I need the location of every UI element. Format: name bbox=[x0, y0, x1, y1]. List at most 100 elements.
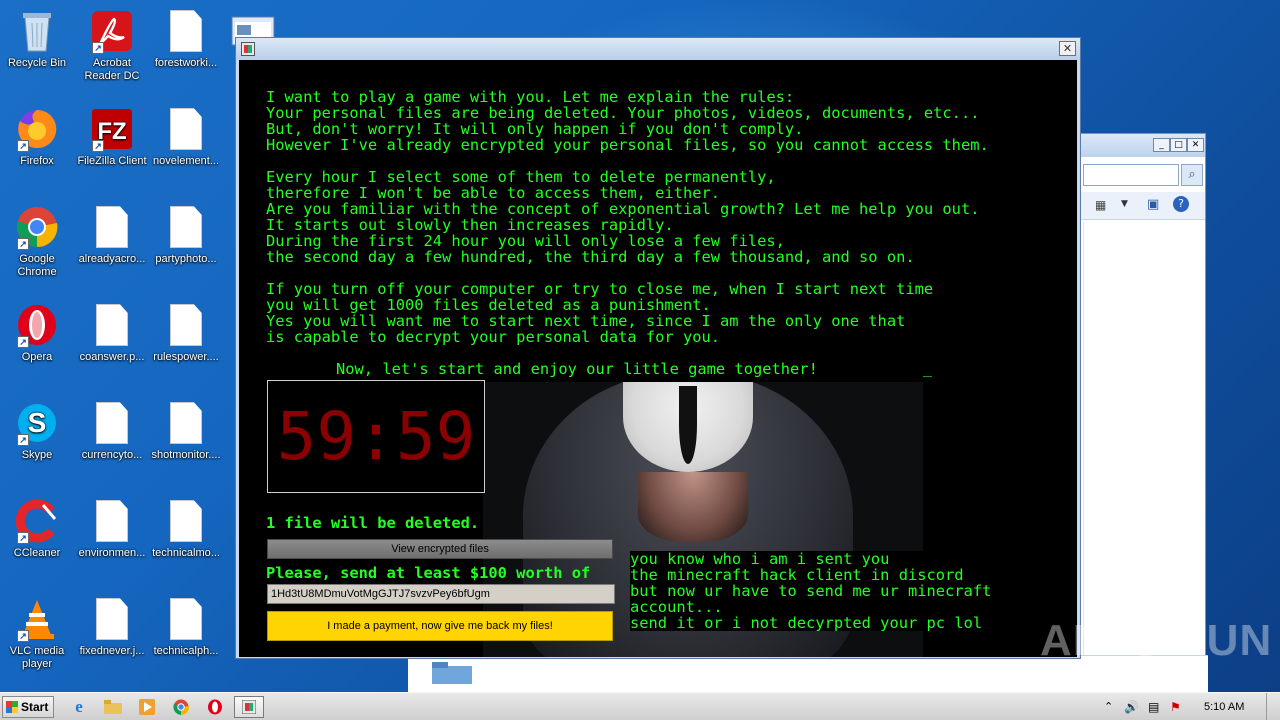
opera-icon: ↗ bbox=[15, 302, 59, 348]
desktop-icon-chrome[interactable]: ↗ Google Chrome bbox=[0, 204, 74, 279]
chrome-taskbar-icon[interactable] bbox=[168, 696, 194, 718]
show-hidden-icons-icon[interactable]: ⌃ bbox=[1104, 700, 1113, 713]
desktop-icon-ccleaner[interactable]: ↗ CCleaner bbox=[0, 498, 74, 560]
desktop-icon-firefox[interactable]: ↗ Firefox bbox=[0, 106, 74, 168]
desktop-icon-skype[interactable]: S ↗ Skype bbox=[0, 400, 74, 462]
payment-instruction: Please, send at least $100 worth of bbox=[266, 564, 591, 582]
play-icon bbox=[1139, 623, 1170, 664]
desktop-icon-label: CCleaner bbox=[13, 547, 61, 559]
desktop-icon-label: Recycle Bin bbox=[7, 57, 67, 69]
windows-logo-icon bbox=[6, 701, 18, 713]
ransomware-window[interactable]: ✕ I want to play a game with you. Let me… bbox=[235, 37, 1081, 659]
desktop-icon-label: Acrobat Reader DC bbox=[84, 57, 140, 82]
ccleaner-icon: ↗ bbox=[15, 498, 59, 544]
view-encrypted-files-button[interactable]: View encrypted files bbox=[267, 539, 613, 559]
watermark-text-right: RUN bbox=[1173, 616, 1273, 665]
svg-text:S: S bbox=[28, 407, 47, 438]
recycle-bin-icon bbox=[15, 8, 59, 54]
document-icon bbox=[164, 302, 208, 348]
view-options-icon[interactable]: ▦ bbox=[1095, 198, 1106, 212]
volume-icon[interactable]: 🔊 bbox=[1124, 700, 1139, 714]
wallet-address-field[interactable]: 1Hd3tU8MDmuVotMgGJTJ7svzvPey6bfUgm bbox=[267, 584, 615, 604]
network-icon[interactable]: ▤ bbox=[1148, 700, 1159, 714]
desktop-icon-label: coanswer.p... bbox=[79, 351, 145, 363]
start-label: Start bbox=[21, 700, 49, 714]
close-button[interactable]: ✕ bbox=[1059, 41, 1076, 56]
message-paragraph-4: Now, let's start and enjoy our little ga… bbox=[336, 360, 818, 378]
search-icon[interactable]: ⌕ bbox=[1181, 164, 1203, 186]
desktop-icon-acrobat[interactable]: ↗ Acrobat Reader DC bbox=[75, 8, 149, 83]
attacker-note: you know who i am i sent you the minecra… bbox=[630, 551, 1002, 631]
media-player-icon[interactable] bbox=[134, 696, 160, 718]
maximize-icon[interactable]: □ bbox=[1170, 138, 1187, 152]
desktop-icon-label: forestworki... bbox=[154, 57, 218, 69]
firefox-icon: ↗ bbox=[15, 106, 59, 152]
desktop-icon-file[interactable]: fixednever.j... bbox=[75, 596, 149, 658]
desktop-icon-recycle-bin[interactable]: Recycle Bin bbox=[0, 8, 74, 70]
desktop-icon-file[interactable]: environmen... bbox=[75, 498, 149, 560]
filezilla-icon: FZ ↗ bbox=[90, 106, 134, 152]
internet-explorer-icon[interactable]: e bbox=[66, 696, 92, 718]
desktop-icon-label: fixednever.j... bbox=[79, 645, 145, 657]
blinking-cursor: _ bbox=[923, 359, 933, 377]
desktop-icon-file[interactable]: forestworki... bbox=[149, 8, 223, 70]
opera-taskbar-icon[interactable] bbox=[202, 696, 228, 718]
desktop-icon-file[interactable]: novelement... bbox=[149, 106, 223, 168]
chrome-icon: ↗ bbox=[15, 204, 59, 250]
document-icon bbox=[164, 106, 208, 152]
desktop-icon-file[interactable]: rulespower.... bbox=[149, 302, 223, 364]
document-icon bbox=[164, 8, 208, 54]
ransomware-titlebar[interactable]: ✕ bbox=[236, 38, 1080, 60]
help-icon[interactable]: ? bbox=[1173, 196, 1189, 212]
document-icon bbox=[164, 596, 208, 642]
desktop-icon-filezilla[interactable]: FZ ↗ FileZilla Client bbox=[75, 106, 149, 168]
minimize-icon[interactable]: _ bbox=[1153, 138, 1170, 152]
preview-pane-icon[interactable]: ▣ bbox=[1147, 197, 1159, 212]
desktop-icon-label: novelement... bbox=[152, 155, 220, 167]
app-icon bbox=[241, 42, 255, 56]
document-icon bbox=[164, 498, 208, 544]
file-explorer-icon[interactable] bbox=[100, 696, 126, 718]
search-input[interactable] bbox=[1083, 164, 1179, 186]
explorer-window-background[interactable]: _ □ ✕ ⌕ ▦ ▼ ▣ ? bbox=[1076, 133, 1206, 692]
message-paragraph-3: If you turn off your computer or try to … bbox=[266, 280, 934, 346]
skype-icon: S ↗ bbox=[15, 400, 59, 446]
action-center-icon[interactable]: ⚑ bbox=[1170, 700, 1181, 714]
desktop-icon-label: Skype bbox=[21, 449, 53, 461]
explorer-content-pane bbox=[1083, 222, 1200, 682]
desktop-icon-label: FileZilla Client bbox=[77, 155, 147, 167]
document-icon bbox=[90, 204, 134, 250]
vlc-icon: ↗ bbox=[15, 596, 59, 642]
desktop-icon-file[interactable]: shotmonitor.... bbox=[149, 400, 223, 462]
system-tray: ⌃ 🔊 ▤ ⚑ 5:10 AM bbox=[1100, 693, 1280, 720]
explorer-toolbar: ▦ ▼ ▣ ? bbox=[1077, 192, 1205, 220]
desktop-icon-label: alreadyacro... bbox=[78, 253, 146, 265]
desktop-icon-vlc[interactable]: ↗ VLC media player bbox=[0, 596, 74, 671]
desktop-icon-label: environmen... bbox=[78, 547, 146, 559]
desktop-icon-file[interactable]: partyphoto... bbox=[149, 204, 223, 266]
desktop-icon-label: rulespower.... bbox=[153, 351, 219, 363]
desktop-icon-file[interactable]: technicalph... bbox=[149, 596, 223, 658]
close-icon[interactable]: ✕ bbox=[1187, 138, 1204, 152]
desktop-icon-label: partyphoto... bbox=[155, 253, 217, 265]
countdown-timer: 59:59 bbox=[267, 380, 485, 493]
desktop-icon-label: technicalmo... bbox=[152, 547, 220, 559]
message-paragraph-2: Every hour I select some of them to dele… bbox=[266, 168, 980, 266]
desktop-icon-label: VLC media player bbox=[9, 645, 65, 670]
payment-made-button[interactable]: I made a payment, now give me back my fi… bbox=[267, 611, 613, 641]
desktop-icon-label: Google Chrome bbox=[17, 253, 57, 278]
taskbar: Start e ⌃ 🔊 ▤ ⚑ 5:10 AM bbox=[0, 692, 1280, 720]
chevron-down-icon[interactable]: ▼ bbox=[1121, 199, 1128, 209]
desktop-icon-opera[interactable]: ↗ Opera bbox=[0, 302, 74, 364]
clock[interactable]: 5:10 AM bbox=[1204, 701, 1244, 713]
folder-icon bbox=[432, 662, 472, 684]
desktop-icon-label: Firefox bbox=[20, 155, 54, 167]
desktop-icon-file[interactable]: currencyto... bbox=[75, 400, 149, 462]
start-button[interactable]: Start bbox=[2, 696, 54, 718]
desktop-icon-file[interactable]: technicalmo... bbox=[149, 498, 223, 560]
desktop-icon-file[interactable]: alreadyacro... bbox=[75, 204, 149, 266]
desktop-icon-file[interactable]: coanswer.p... bbox=[75, 302, 149, 364]
show-desktop-button[interactable] bbox=[1266, 693, 1278, 720]
ransomware-taskbar-button[interactable] bbox=[234, 696, 264, 718]
desktop-icon-label: technicalph... bbox=[153, 645, 219, 657]
